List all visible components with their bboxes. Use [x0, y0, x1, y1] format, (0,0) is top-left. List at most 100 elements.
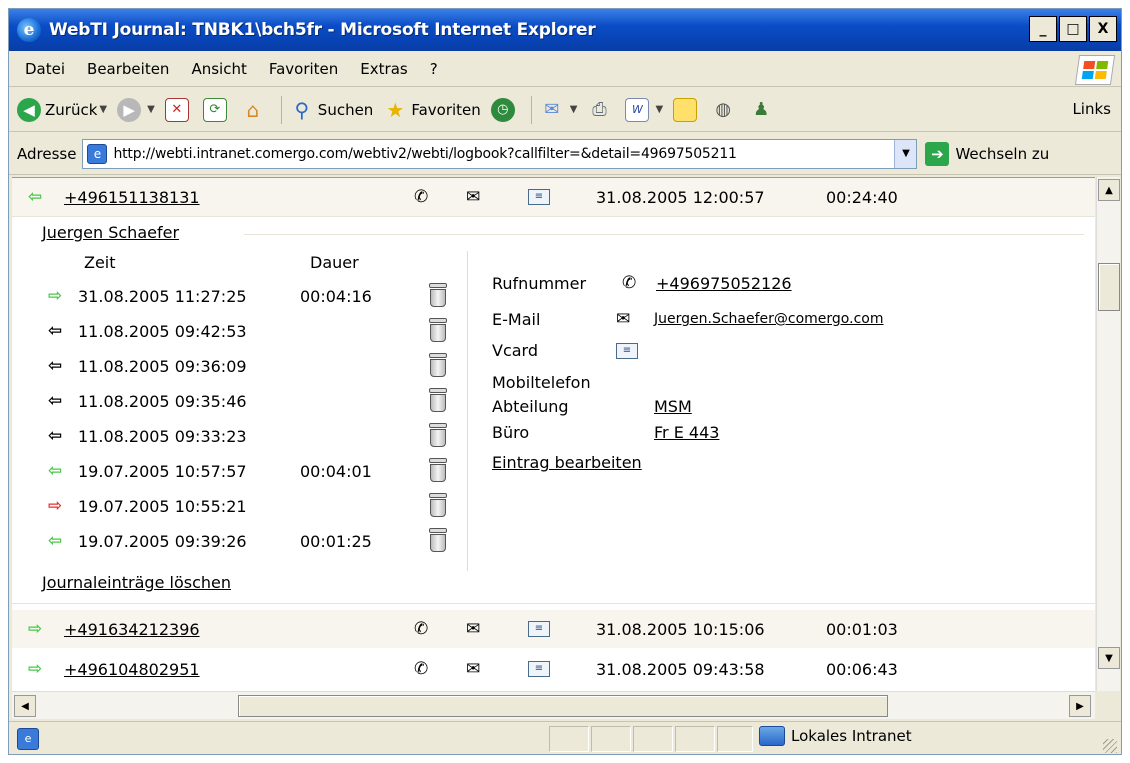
call-date: 31.08.2005 12:00:57	[596, 187, 765, 207]
log-row[interactable]: ⇨ +496104802951 ✆ ✉ ≡ 31.08.2005 09:43:5…	[12, 650, 1095, 688]
mail-icon[interactable]: ✉	[466, 659, 528, 679]
mail-icon[interactable]: ✉	[466, 187, 528, 207]
department-row: Abteilung MSM	[492, 397, 692, 416]
log-row[interactable]: ⇨ +491634212396 ✆ ✉ ≡ 31.08.2005 10:15:0…	[12, 610, 1095, 648]
horizontal-scrollbar[interactable]: ◀ ▶	[12, 691, 1095, 719]
forward-button[interactable]: ▶ ▼	[117, 97, 155, 122]
maximize-button[interactable]: □	[1059, 16, 1087, 42]
status-panel	[717, 726, 753, 752]
phone-number-link[interactable]: +491634212396	[64, 620, 414, 639]
mail-icon[interactable]: ✉	[616, 309, 654, 329]
incoming-arrow-icon: ⇦	[48, 426, 63, 446]
mail-button[interactable]: ✉ ▼	[540, 98, 578, 122]
trash-icon[interactable]	[429, 493, 447, 517]
vcard-icon[interactable]: ≡	[616, 342, 638, 359]
trash-icon[interactable]	[429, 318, 447, 342]
discuss-button[interactable]: ◍	[711, 98, 739, 122]
vcard-icon[interactable]: ≡	[528, 189, 550, 205]
chevron-down-icon[interactable]: ▼	[894, 139, 917, 168]
phone-number-link[interactable]: +496151138131	[64, 188, 414, 207]
department-label: Abteilung	[492, 397, 569, 416]
history-button[interactable]: ◷	[490, 97, 519, 122]
menu-ansicht[interactable]: Ansicht	[191, 60, 246, 78]
toolbar: ◀ Zurück ▼ ▶ ▼ ✕ ⟳ ⌂ ⚲ Suchen ★ Favorite…	[9, 88, 1121, 132]
chevron-down-icon[interactable]: ▼	[570, 104, 578, 115]
trash-icon[interactable]	[429, 353, 447, 377]
page-icon: e	[17, 727, 39, 750]
contact-name-link[interactable]: Juergen Schaefer	[42, 223, 179, 242]
list-item: ⇦ 11.08.2005 09:42:53	[48, 314, 468, 348]
menu-help[interactable]: ?	[430, 60, 438, 78]
scroll-thumb[interactable]	[1098, 263, 1120, 311]
phone-link[interactable]: +496975052126	[656, 274, 792, 293]
scroll-down-button[interactable]: ▼	[1098, 647, 1120, 669]
call-date: 31.08.2005 09:43:58	[596, 659, 765, 679]
title-bar[interactable]: e WebTI Journal: TNBK1\bch5fr - Microsof…	[9, 9, 1121, 51]
search-label: Suchen	[317, 100, 374, 119]
menu-favoriten[interactable]: Favoriten	[269, 60, 338, 78]
search-icon: ⚲	[294, 97, 310, 122]
security-zone: Lokales Intranet	[759, 726, 912, 746]
browser-window: e WebTI Journal: TNBK1\bch5fr - Microsof…	[8, 8, 1122, 755]
close-button[interactable]: X	[1089, 16, 1117, 42]
print-button[interactable]: ⎙	[587, 98, 615, 122]
chevron-down-icon[interactable]: ▼	[147, 104, 155, 115]
scroll-right-button[interactable]: ▶	[1069, 695, 1091, 717]
phone-icon[interactable]: ✆	[414, 187, 466, 207]
address-input[interactable]: e http://webti.intranet.comergo.com/webt…	[82, 138, 918, 169]
trash-icon[interactable]	[429, 388, 447, 412]
stop-button[interactable]: ✕	[164, 97, 193, 122]
phone-label: Rufnummer	[492, 273, 587, 293]
favorites-button[interactable]: ★ Favoriten	[383, 98, 480, 122]
scroll-left-button[interactable]: ◀	[14, 695, 36, 717]
entry-date: 19.07.2005 10:55:21	[78, 496, 247, 516]
office-link[interactable]: Fr E 443	[654, 423, 719, 442]
home-button[interactable]: ⌂	[241, 98, 269, 122]
messenger-button[interactable]: ♟	[749, 98, 777, 122]
chevron-down-icon[interactable]: ▼	[99, 104, 107, 115]
delete-entries-link[interactable]: Journaleinträge löschen	[42, 573, 231, 592]
back-button[interactable]: ◀ Zurück ▼	[17, 97, 107, 122]
search-button[interactable]: ⚲ Suchen	[290, 97, 374, 122]
edit-button[interactable]: W ▼	[625, 97, 663, 122]
entry-date: 19.07.2005 09:39:26	[78, 531, 247, 551]
department-link[interactable]: MSM	[654, 397, 692, 416]
menu-bearbeiten[interactable]: Bearbeiten	[87, 60, 169, 78]
phone-icon[interactable]: ✆	[414, 619, 466, 639]
phone-number-link[interactable]: +496104802951	[64, 660, 414, 679]
minimize-button[interactable]: _	[1029, 16, 1057, 42]
trash-icon[interactable]	[429, 528, 447, 552]
edit-row: Eintrag bearbeiten	[492, 453, 642, 472]
phone-icon[interactable]: ✆	[622, 273, 656, 293]
mail-icon[interactable]: ✉	[466, 619, 528, 639]
list-item: ⇦ 19.07.2005 09:39:26 00:01:25	[48, 524, 468, 558]
note-icon	[673, 97, 698, 122]
log-row[interactable]: ⇦ +496151138131 ✆ ✉ ≡ 31.08.2005 12:00:5…	[12, 178, 1095, 216]
menu-datei[interactable]: Datei	[25, 60, 65, 78]
note-button[interactable]	[673, 97, 701, 122]
office-row: Büro Fr E 443	[492, 423, 719, 442]
scroll-thumb[interactable]	[238, 695, 888, 717]
vcard-icon[interactable]: ≡	[528, 621, 550, 637]
menu-extras[interactable]: Extras	[360, 60, 407, 78]
vcard-label: Vcard	[492, 341, 538, 360]
edit-entry-link[interactable]: Eintrag bearbeiten	[492, 453, 642, 472]
status-panel	[675, 726, 715, 752]
phone-icon[interactable]: ✆	[414, 659, 466, 679]
refresh-button[interactable]: ⟳	[202, 97, 231, 122]
vcard-icon[interactable]: ≡	[528, 661, 550, 677]
chevron-down-icon[interactable]: ▼	[655, 104, 663, 115]
trash-icon[interactable]	[429, 458, 447, 482]
list-item: ⇦ 11.08.2005 09:36:09	[48, 349, 468, 383]
entry-date: 11.08.2005 09:36:09	[78, 356, 247, 376]
vertical-scrollbar[interactable]: ▲ ▼	[1096, 177, 1120, 691]
email-link[interactable]: Juergen.Schaefer@comergo.com	[654, 311, 883, 327]
go-button[interactable]: ➔ Wechseln zu	[925, 141, 1049, 166]
trash-icon[interactable]	[429, 423, 447, 447]
scroll-up-button[interactable]: ▲	[1098, 179, 1120, 201]
resize-grip-icon[interactable]	[1103, 739, 1117, 753]
address-url[interactable]: http://webti.intranet.comergo.com/webtiv…	[113, 146, 736, 162]
trash-icon[interactable]	[429, 283, 447, 307]
home-icon: ⌂	[246, 97, 260, 122]
links-button[interactable]: Links	[1072, 100, 1111, 118]
